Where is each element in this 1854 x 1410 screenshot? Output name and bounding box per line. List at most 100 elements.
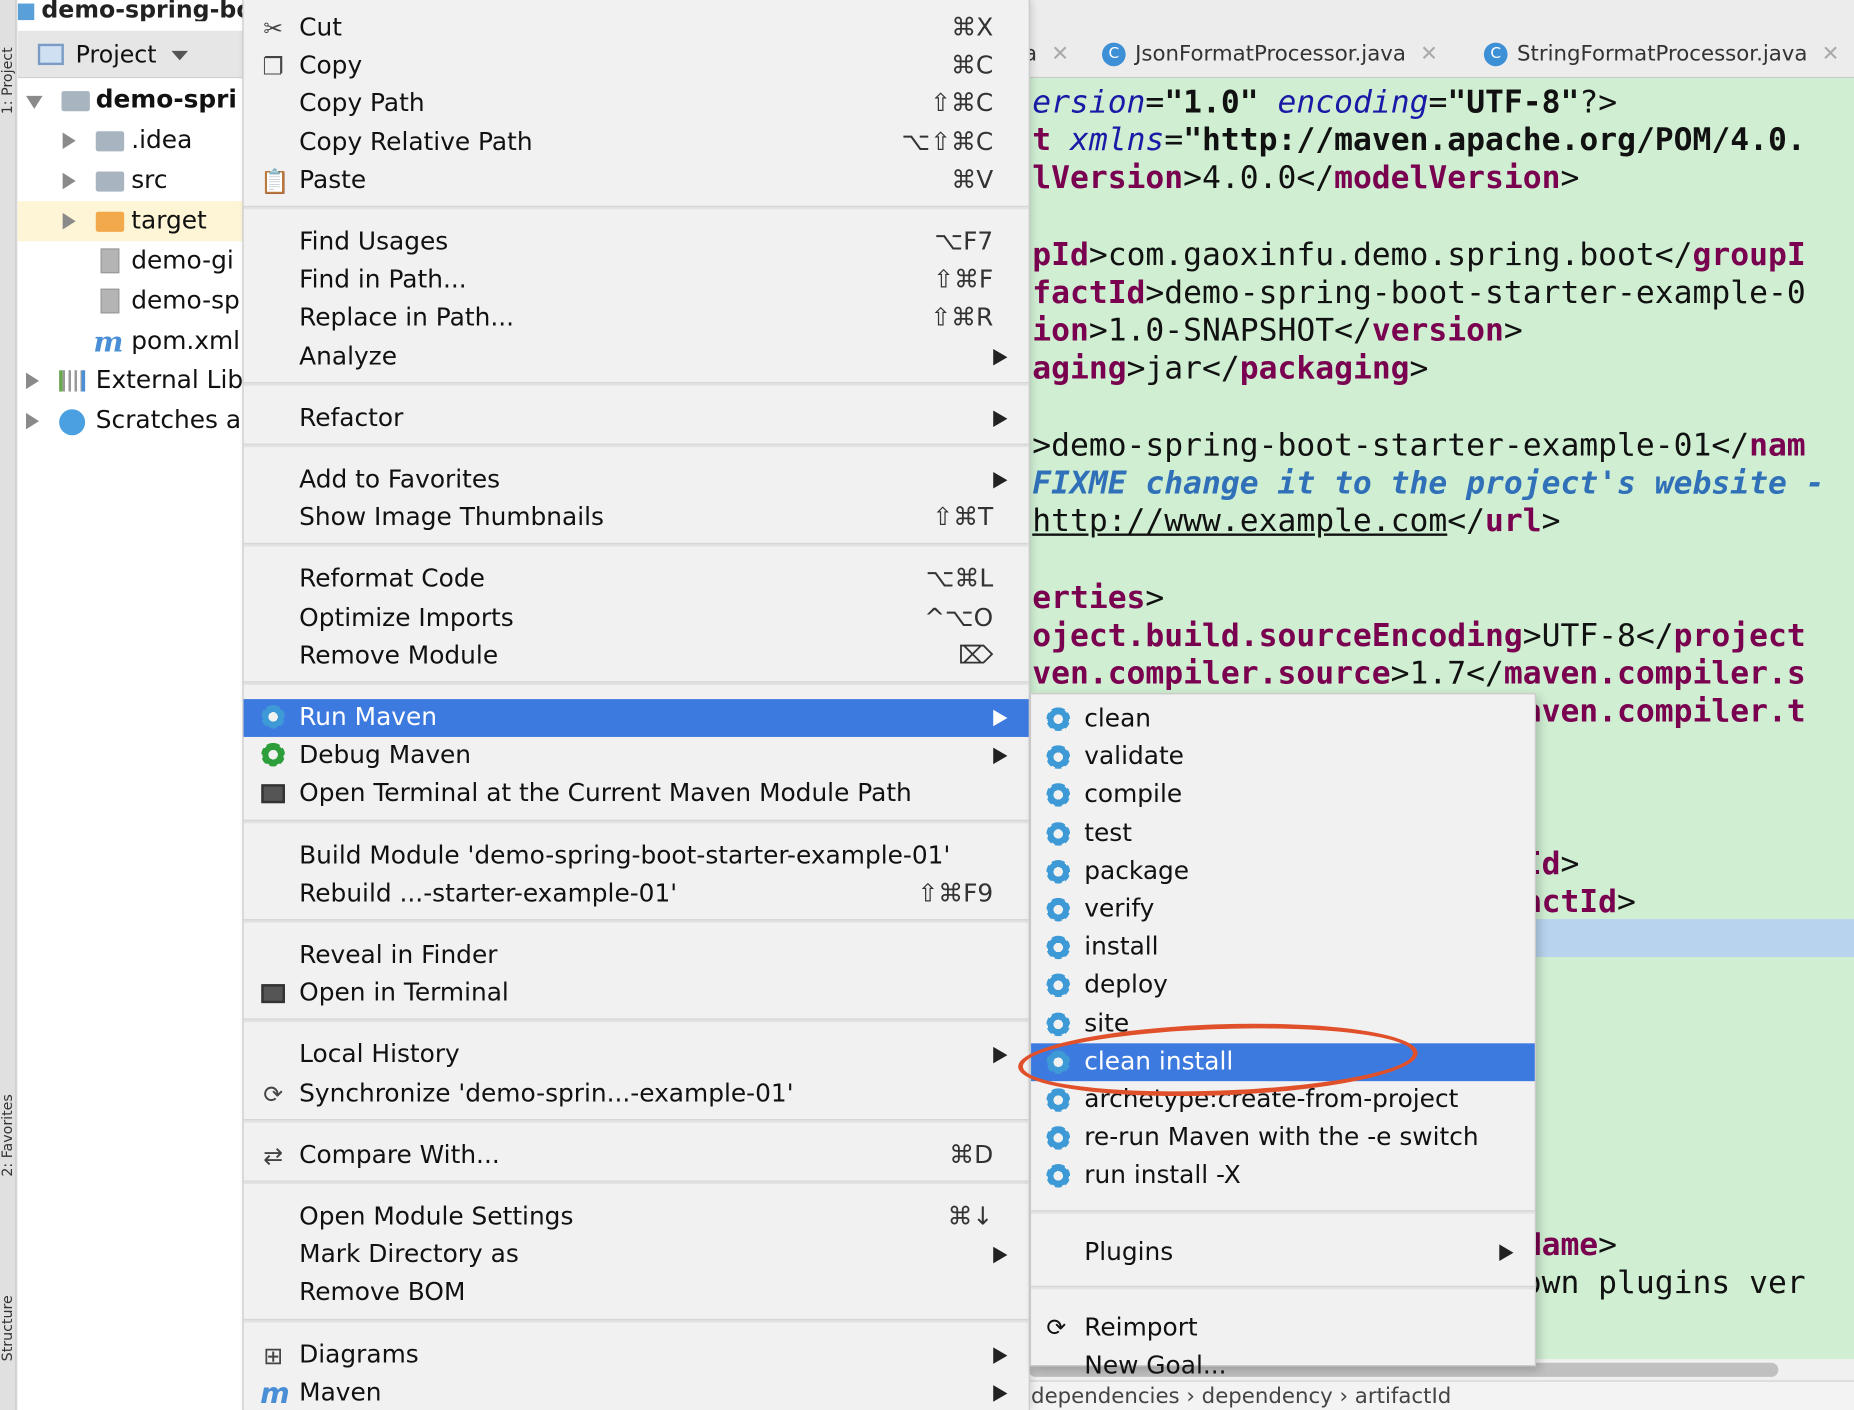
code-line: t xmlns="http://maven.apache.org/POM/4.0…: [1032, 123, 1805, 158]
reimport-item[interactable]: ⟳ Reimport: [1031, 1309, 1535, 1347]
menu-item-analyze[interactable]: Analyze: [244, 338, 1029, 376]
diagram-icon: ⊞: [263, 1340, 284, 1370]
maven-goal-item[interactable]: run install -X: [1031, 1157, 1535, 1195]
tree-item-label: .idea: [131, 125, 193, 154]
editor-tab[interactable]: C StringFormatProcessor.java ✕: [1483, 31, 1840, 78]
menu-item-local-history[interactable]: Local History: [244, 1037, 1029, 1075]
maven-goal-item[interactable]: install: [1031, 929, 1535, 967]
gear-icon: [1046, 821, 1071, 852]
editor-tab[interactable]: C JsonFormatProcessor.java ✕: [1101, 31, 1438, 78]
menu-item-show-image-thumbnails[interactable]: Show Image Thumbnails ⇧⌘T: [244, 499, 1029, 537]
menu-item-add-to-favorites[interactable]: Add to Favorites: [244, 461, 1029, 499]
code-token: >1.7</: [1390, 655, 1504, 692]
tree-item[interactable]: External Lib: [18, 361, 249, 401]
code-token: factId: [1032, 274, 1146, 312]
tree-item[interactable]: demo-spri: [18, 80, 249, 120]
tree-item[interactable]: m pom.xml: [18, 322, 249, 362]
scratches-icon: [59, 409, 86, 436]
menu-item-debug-maven[interactable]: Debug Maven: [244, 737, 1029, 775]
menu-item-reformat-code[interactable]: Reformat Code ⌥⌘L: [244, 561, 1029, 599]
tree-item[interactable]: src: [18, 161, 249, 201]
menu-item-label: Refactor: [299, 403, 404, 432]
new-goal-item[interactable]: New Goal...: [1031, 1347, 1535, 1385]
gear-shape: [1046, 973, 1071, 998]
expand-right-icon[interactable]: [26, 412, 40, 430]
menu-item-mark-directory-as[interactable]: Mark Directory as: [244, 1236, 1029, 1274]
code-token: >: [1560, 160, 1580, 197]
close-icon[interactable]: ✕: [1420, 41, 1438, 66]
menu-item-find-in-path[interactable]: Find in Path... ⇧⌘F: [244, 262, 1029, 300]
code-token: >demo-spring-boot-starter-example-0: [1145, 274, 1806, 312]
tree-item[interactable]: .idea: [18, 121, 249, 161]
menu-separator: [1031, 1285, 1535, 1290]
maven-goal-item[interactable]: clean: [1031, 700, 1535, 738]
plugins-item[interactable]: Plugins: [1031, 1233, 1535, 1271]
favorites-tool-tab[interactable]: 2: Favorites: [0, 1094, 15, 1176]
project-view-selector[interactable]: Project: [17, 30, 249, 79]
menu-item-label: Reformat Code: [299, 564, 485, 594]
menu-item-open-module-settings[interactable]: Open Module Settings ⌘↓: [244, 1198, 1029, 1236]
chevron-down-icon[interactable]: [171, 50, 189, 61]
menu-item-compare-with[interactable]: ⇄ Compare With... ⌘D: [244, 1137, 1029, 1175]
tree-item[interactable]: demo-sp: [18, 282, 249, 322]
expand-right-icon[interactable]: [62, 172, 76, 190]
menu-item-synchronize-demo-sprin-example-01[interactable]: ⟳ Synchronize 'demo-sprin...-example-01': [244, 1075, 1029, 1113]
code-token: lVersion: [1032, 160, 1184, 197]
expand-right-icon[interactable]: [26, 372, 40, 390]
menu-item-replace-in-path[interactable]: Replace in Path... ⇧⌘R: [244, 300, 1029, 338]
code-token: >: [1541, 502, 1561, 540]
menu-item-optimize-imports[interactable]: Optimize Imports ^⌥O: [244, 599, 1029, 637]
menu-item-reveal-in-finder[interactable]: Reveal in Finder: [244, 937, 1029, 975]
gear-icon: [1046, 783, 1071, 814]
menu-item-maven[interactable]: m Maven: [244, 1374, 1029, 1410]
menu-item-refactor[interactable]: Refactor: [244, 400, 1029, 438]
menu-item-label: Remove Module: [299, 640, 499, 670]
project-tool-tab[interactable]: 1: Project: [0, 47, 15, 114]
menu-item-copy[interactable]: ❐ Copy ⌘C: [244, 48, 1029, 86]
menu-item-remove-module[interactable]: Remove Module ⌦: [244, 637, 1029, 675]
menu-item-open-terminal-at-the-current-maven-module-path[interactable]: Open Terminal at the Current Maven Modul…: [244, 775, 1029, 813]
code-token: maven.compiler.t: [1503, 693, 1806, 731]
structure-tool-tab[interactable]: Structure: [0, 1295, 15, 1361]
close-icon[interactable]: ✕: [1051, 41, 1069, 66]
menu-item-run-maven[interactable]: Run Maven: [243, 699, 1029, 737]
maven-goal-item[interactable]: re-run Maven with the -e switch: [1031, 1119, 1535, 1157]
menu-item-label: Replace in Path...: [299, 303, 515, 332]
menu-separator: [243, 819, 1029, 823]
menu-item-paste[interactable]: 📋 Paste ⌘V: [244, 162, 1029, 200]
tree-item[interactable]: target: [17, 201, 249, 242]
maven-goal-label: validate: [1084, 741, 1184, 771]
tree-item[interactable]: demo-gi: [18, 241, 249, 281]
code-line: ersion="1.0" encoding="UTF-8"?>: [1032, 85, 1617, 120]
close-icon[interactable]: ✕: [1822, 41, 1840, 66]
gear-icon: [1046, 1164, 1071, 1194]
shortcut-label: ⇧⌘C: [930, 89, 994, 118]
expand-down-icon[interactable]: [26, 95, 43, 109]
menu-item-copy-path[interactable]: Copy Path ⇧⌘C: [244, 86, 1029, 124]
maven-goal-item[interactable]: package: [1031, 853, 1535, 891]
maven-goal-item[interactable]: validate: [1031, 738, 1535, 776]
editor-tab[interactable]: a ✕: [1024, 31, 1069, 78]
code-token: xmlns: [1069, 122, 1165, 159]
expand-right-icon[interactable]: [62, 132, 76, 150]
menu-item-build-module-demo-spring-boot-starter-example-01[interactable]: Build Module 'demo-spring-boot-starter-e…: [244, 837, 1029, 875]
menu-item-find-usages[interactable]: Find Usages ⌥F7: [244, 224, 1029, 262]
menu-item-remove-bom[interactable]: Remove BOM: [244, 1274, 1029, 1312]
menu-item-copy-relative-path[interactable]: Copy Relative Path ⌥⇧⌘C: [244, 124, 1029, 162]
tree-item[interactable]: Scratches ar: [18, 401, 248, 441]
gear-icon: [1046, 707, 1071, 737]
maven-goal-item[interactable]: deploy: [1031, 967, 1535, 1005]
menu-item-rebuild-starter-example-01[interactable]: Rebuild ...-starter-example-01' ⇧⌘F9: [244, 875, 1029, 913]
code-token: >: [1598, 1226, 1618, 1264]
maven-goal-item[interactable]: compile: [1031, 776, 1535, 814]
menu-item-open-in-terminal[interactable]: Open in Terminal: [244, 975, 1029, 1013]
maven-goal-item[interactable]: verify: [1031, 891, 1535, 929]
menu-item-label: Compare With...: [299, 1140, 500, 1169]
expand-right-icon[interactable]: [62, 212, 76, 230]
tree-item-label: src: [131, 165, 168, 194]
maven-goal-item[interactable]: test: [1031, 815, 1535, 853]
menu-item-diagrams[interactable]: ⊞ Diagrams: [244, 1336, 1029, 1374]
maven-goal-label: re-run Maven with the -e switch: [1084, 1122, 1479, 1152]
excluded-folder-icon: [95, 211, 125, 232]
menu-item-cut[interactable]: ✂ Cut ⌘X: [244, 9, 1029, 47]
